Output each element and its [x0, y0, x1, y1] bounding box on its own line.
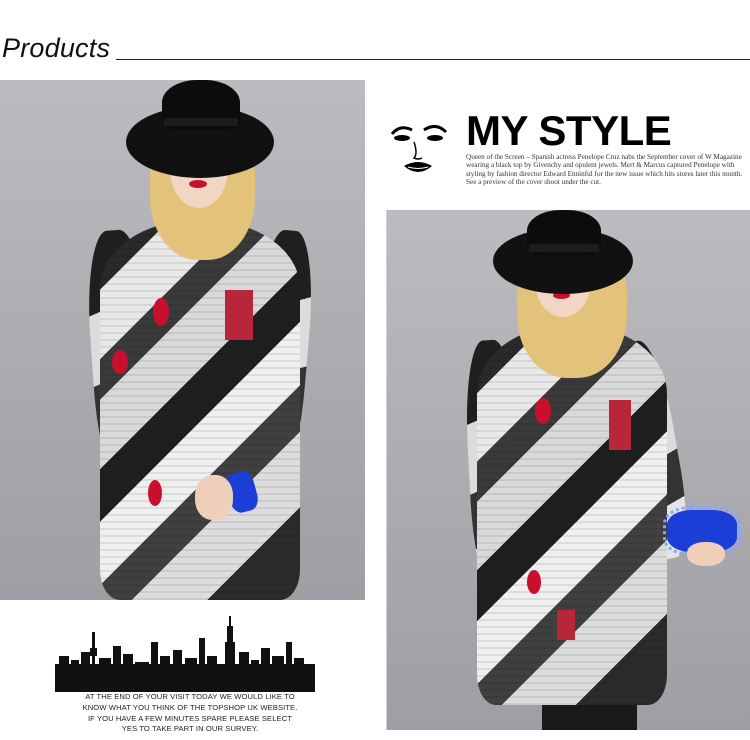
model-hand [195, 475, 233, 520]
my-style-feature: MY STYLE Queen of the Screen – Spanish a… [384, 107, 750, 190]
print-lips-motif [112, 350, 128, 374]
model-lips [189, 180, 207, 188]
title-divider [116, 59, 750, 60]
print-red-block [609, 400, 631, 450]
print-lips-motif [148, 480, 162, 506]
model-hand [687, 542, 725, 566]
city-skyline-icon [55, 616, 315, 692]
lips-face-icon [390, 125, 448, 172]
print-red-block [225, 290, 253, 340]
print-lips-motif [535, 398, 551, 424]
print-lips-motif [527, 570, 541, 594]
product-photo-front[interactable] [0, 80, 365, 600]
my-style-title: MY STYLE [466, 107, 672, 154]
product-photo-side[interactable] [386, 210, 750, 730]
print-lips-motif [153, 298, 169, 326]
page-title: Products [2, 33, 111, 63]
survey-text: AT THE END OF YOUR VISIT TODAY WE WOULD … [82, 692, 298, 734]
printed-sweater-dress [477, 325, 667, 705]
hat-band [164, 118, 238, 126]
printed-sweater-dress [100, 220, 300, 600]
hat-band [529, 244, 599, 252]
my-style-body: Queen of the Screen – Spanish actress Pe… [466, 153, 743, 187]
print-red-block [557, 610, 575, 640]
